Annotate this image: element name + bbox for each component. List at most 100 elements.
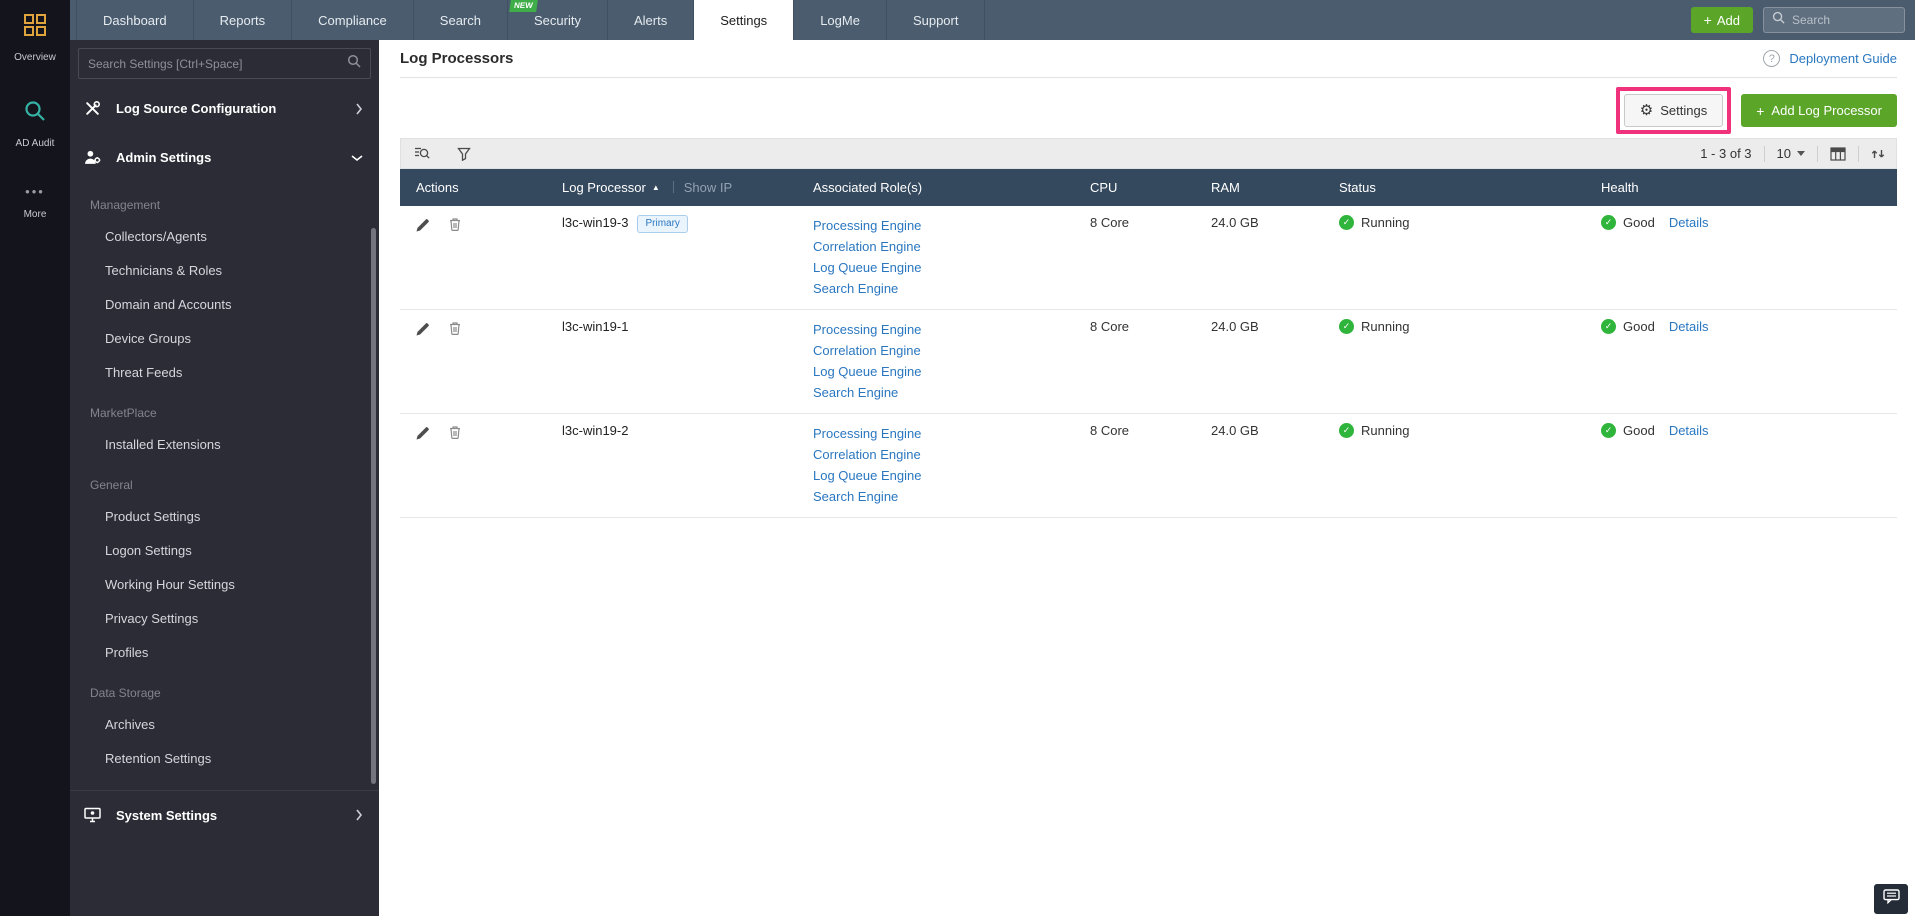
- column-header-log-processor[interactable]: Log ProcessorShow IP: [562, 169, 813, 206]
- sidebar-item-technicians-roles[interactable]: Technicians & Roles: [70, 254, 379, 288]
- nav-tab-compliance[interactable]: Compliance: [292, 0, 414, 40]
- ram-value: 24.0 GB: [1211, 309, 1339, 414]
- role-link[interactable]: Processing Engine: [813, 215, 1090, 236]
- role-link[interactable]: Correlation Engine: [813, 236, 1090, 257]
- sidebar-item-log-source-configuration[interactable]: Log Source Configuration: [70, 84, 379, 133]
- log-processor-name: l3c-win19-1: [562, 319, 629, 334]
- system-gear-icon: [84, 807, 116, 823]
- role-link[interactable]: Log Queue Engine: [813, 257, 1090, 278]
- section-header-management: Management: [90, 198, 161, 212]
- edit-icon[interactable]: [416, 322, 430, 336]
- sidebar-item-installed-extensions[interactable]: Installed Extensions: [70, 428, 379, 462]
- nav-tab-search[interactable]: Search: [414, 0, 508, 40]
- chevron-right-icon: [355, 103, 363, 115]
- feedback-chat-button[interactable]: [1874, 884, 1908, 914]
- global-search[interactable]: [1763, 7, 1905, 33]
- plus-icon: +: [1703, 12, 1712, 28]
- health-ok-icon: [1601, 319, 1616, 334]
- column-chooser-icon[interactable]: [1830, 146, 1846, 161]
- nav-tab-logme[interactable]: LogMe: [794, 0, 887, 40]
- cpu-value: 8 Core: [1090, 206, 1211, 310]
- topbar-right: + Add: [1690, 0, 1915, 40]
- page-size-dropdown[interactable]: 10: [1777, 146, 1805, 161]
- role-link[interactable]: Processing Engine: [813, 423, 1090, 444]
- status-ok-icon: [1339, 423, 1354, 438]
- sidebar-item-domain-and-accounts[interactable]: Domain and Accounts: [70, 288, 379, 322]
- nav-tab-support[interactable]: Support: [887, 0, 986, 40]
- sidebar-item-logon-settings[interactable]: Logon Settings: [70, 534, 379, 568]
- sidebar-item-product-settings[interactable]: Product Settings: [70, 500, 379, 534]
- chevron-right-icon: [355, 809, 363, 821]
- nav-tab-reports[interactable]: Reports: [194, 0, 293, 40]
- role-link[interactable]: Search Engine: [813, 382, 1090, 403]
- status-text: Running: [1361, 319, 1410, 334]
- toolbar-separator: [1817, 145, 1818, 162]
- role-link[interactable]: Processing Engine: [813, 319, 1090, 340]
- magnifier-icon: [23, 99, 47, 128]
- grid-icon: [23, 13, 47, 42]
- sidebar-item-system-settings[interactable]: System Settings: [70, 790, 379, 839]
- sidebar-search[interactable]: [78, 48, 371, 79]
- table-row: l3c-win19-2 Processing Engine Correlatio…: [400, 413, 1897, 518]
- details-link[interactable]: Details: [1669, 423, 1709, 438]
- sidebar-item-admin-settings[interactable]: Admin Settings: [70, 133, 379, 182]
- nav-tab-dashboard[interactable]: Dashboard: [76, 0, 194, 40]
- page-title: Log Processors: [400, 50, 514, 67]
- show-ip-toggle[interactable]: Show IP: [684, 180, 732, 195]
- search-icon: [1772, 11, 1785, 29]
- chevron-down-icon: [351, 154, 363, 162]
- sidebar-item-archives[interactable]: Archives: [70, 708, 379, 742]
- delete-icon[interactable]: [448, 217, 462, 232]
- status-text: Running: [1361, 215, 1410, 230]
- ram-value: 24.0 GB: [1211, 413, 1339, 518]
- nav-tab-alerts[interactable]: Alerts: [608, 0, 695, 40]
- column-header-status: Status: [1339, 169, 1601, 206]
- role-link[interactable]: Search Engine: [813, 278, 1090, 299]
- column-header-cpu: CPU: [1090, 169, 1211, 206]
- sidebar-item-privacy-settings[interactable]: Privacy Settings: [70, 602, 379, 636]
- role-link[interactable]: Correlation Engine: [813, 444, 1090, 465]
- nav-tab-settings[interactable]: Settings: [694, 0, 795, 40]
- global-search-input[interactable]: [1792, 13, 1896, 27]
- toolbar-separator: [1763, 145, 1765, 162]
- delete-icon[interactable]: [448, 425, 462, 440]
- rail-item-overview[interactable]: Overview: [14, 13, 56, 63]
- sidebar-item-device-groups[interactable]: Device Groups: [70, 322, 379, 356]
- tools-icon: [84, 100, 116, 117]
- sidebar-item-threat-feeds[interactable]: Threat Feeds: [70, 356, 379, 390]
- rail-item-label: AD Audit: [15, 138, 55, 149]
- edit-icon[interactable]: [416, 218, 430, 232]
- deployment-guide-link[interactable]: Deployment Guide: [1789, 51, 1897, 66]
- role-link[interactable]: Log Queue Engine: [813, 361, 1090, 382]
- primary-badge: Primary: [637, 215, 688, 233]
- user-gear-icon: [84, 149, 116, 166]
- admin-settings-menu: Management Collectors/Agents Technicians…: [70, 182, 379, 776]
- nav-tab-security[interactable]: NEW Security: [508, 0, 608, 40]
- details-link[interactable]: Details: [1669, 319, 1709, 334]
- add-log-processor-button[interactable]: + Add Log Processor: [1741, 94, 1897, 127]
- refresh-icon[interactable]: [1871, 147, 1885, 161]
- rail-item-more[interactable]: ••• More: [24, 185, 47, 221]
- sidebar-item-retention-settings[interactable]: Retention Settings: [70, 742, 379, 776]
- sidebar-item-profiles[interactable]: Profiles: [70, 636, 379, 670]
- caret-down-icon: [1797, 151, 1805, 156]
- rail-item-ad-audit[interactable]: AD Audit: [15, 99, 55, 149]
- help-icon[interactable]: ?: [1763, 50, 1781, 67]
- sidebar-item-collectors-agents[interactable]: Collectors/Agents: [70, 220, 379, 254]
- sidebar-item-working-hour-settings[interactable]: Working Hour Settings: [70, 568, 379, 602]
- sidebar-scrollbar[interactable]: [371, 228, 376, 784]
- filter-icon[interactable]: [457, 147, 471, 161]
- global-add-button[interactable]: + Add: [1690, 7, 1753, 33]
- column-search-icon[interactable]: [414, 146, 430, 161]
- plus-icon: +: [1756, 102, 1765, 119]
- settings-button[interactable]: ⚙ Settings: [1623, 94, 1724, 127]
- role-link[interactable]: Correlation Engine: [813, 340, 1090, 361]
- edit-icon[interactable]: [416, 426, 430, 440]
- column-header-associated-roles: Associated Role(s): [813, 169, 1090, 206]
- role-link[interactable]: Log Queue Engine: [813, 465, 1090, 486]
- sidebar-search-input[interactable]: [88, 56, 347, 71]
- details-link[interactable]: Details: [1669, 215, 1709, 230]
- section-header-general: General: [90, 478, 133, 492]
- role-link[interactable]: Search Engine: [813, 486, 1090, 507]
- delete-icon[interactable]: [448, 321, 462, 336]
